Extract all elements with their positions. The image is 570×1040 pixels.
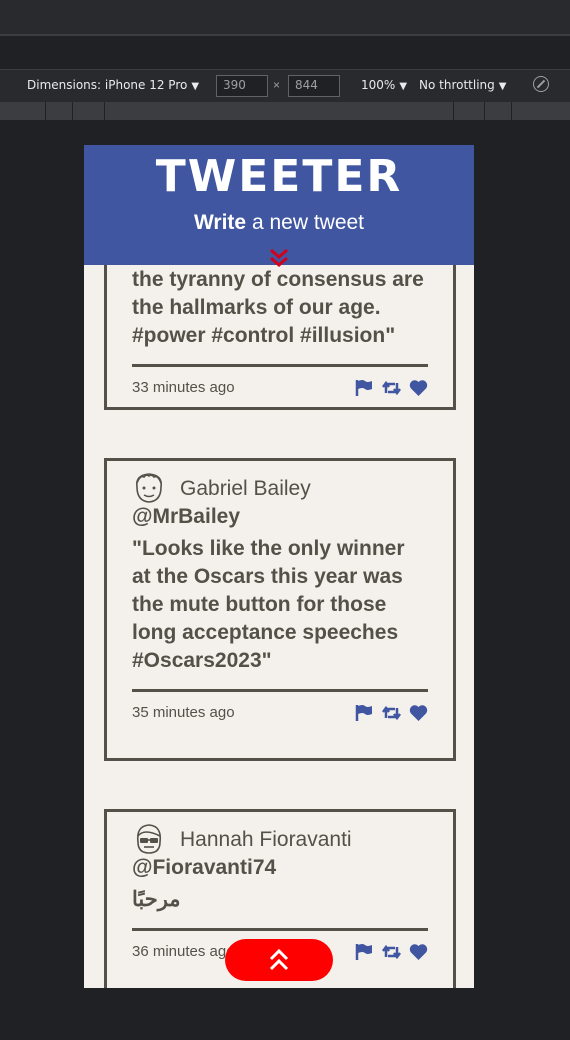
tweet-author-handle: @Fioravanti74 (132, 856, 277, 879)
flag-icon[interactable] (355, 379, 374, 397)
tweet-time: 35 minutes ago (132, 704, 235, 721)
tweet-footer: 33 minutes ago (132, 367, 428, 407)
write-new-tweet-link[interactable]: Write a new tweet (84, 211, 474, 235)
flag-icon[interactable] (355, 943, 374, 961)
width-input[interactable]: 390 (216, 75, 268, 97)
tweet-author-name: Hannah Fioravanti (180, 828, 352, 851)
device-toolbar: Dimensions: iPhone 12 Pro ▼ 390 × 844 100… (0, 70, 570, 102)
tweet-content: "Looks like the only winner at the Oscar… (132, 537, 405, 672)
devtools-ruler (0, 102, 570, 120)
tweet-footer: 35 minutes ago (132, 692, 428, 732)
retweet-icon[interactable] (382, 943, 401, 961)
times-icon: × (273, 78, 281, 92)
zoom-select[interactable]: 100% ▼ (361, 78, 407, 92)
heart-icon[interactable] (409, 943, 428, 961)
caret-down-icon: ▼ (498, 81, 507, 92)
app-logo: TWEETER (155, 151, 403, 202)
retweet-icon[interactable] (382, 704, 401, 722)
tweet-header: Gabriel Bailey (132, 461, 428, 503)
throttling-select[interactable]: No throttling ▼ (419, 78, 506, 92)
device-viewport: TWEETER Write a new tweet the tyranny of… (84, 145, 474, 988)
scroll-to-top-button[interactable] (225, 939, 333, 981)
height-input[interactable]: 844 (288, 75, 340, 97)
avatar (136, 824, 162, 854)
tweet-actions (355, 379, 428, 397)
tweet-time: 33 minutes ago (132, 379, 235, 396)
device-dimensions-select[interactable]: Dimensions: iPhone 12 Pro ▼ (27, 78, 199, 92)
caret-down-icon: ▼ (191, 81, 200, 92)
tweet-content: the tyranny of consensus are the hallmar… (132, 268, 424, 347)
heart-icon[interactable] (409, 704, 428, 722)
rotate-icon[interactable] (533, 76, 549, 92)
tweet-time: 36 minutes ago (132, 943, 235, 960)
tweet-actions (355, 704, 428, 722)
tweet-actions (355, 943, 428, 961)
tweet-header: Hannah Fioravanti (132, 812, 428, 854)
tweet-card: Gabriel Bailey @MrBailey "Looks like the… (104, 458, 456, 761)
flag-icon[interactable] (355, 704, 374, 722)
retweet-icon[interactable] (382, 379, 401, 397)
avatar (135, 473, 163, 503)
tweet-author-handle: @MrBailey (132, 505, 241, 528)
tweet-author-name: Gabriel Bailey (180, 477, 311, 500)
double-chevron-down-icon[interactable] (268, 247, 290, 269)
caret-down-icon: ▼ (399, 81, 408, 92)
heart-icon[interactable] (409, 379, 428, 397)
double-chevron-up-icon (269, 948, 289, 971)
tweet-content: مرحبًا (132, 888, 181, 911)
devtools-strip (0, 38, 570, 70)
devtools-top-bar (0, 0, 570, 36)
